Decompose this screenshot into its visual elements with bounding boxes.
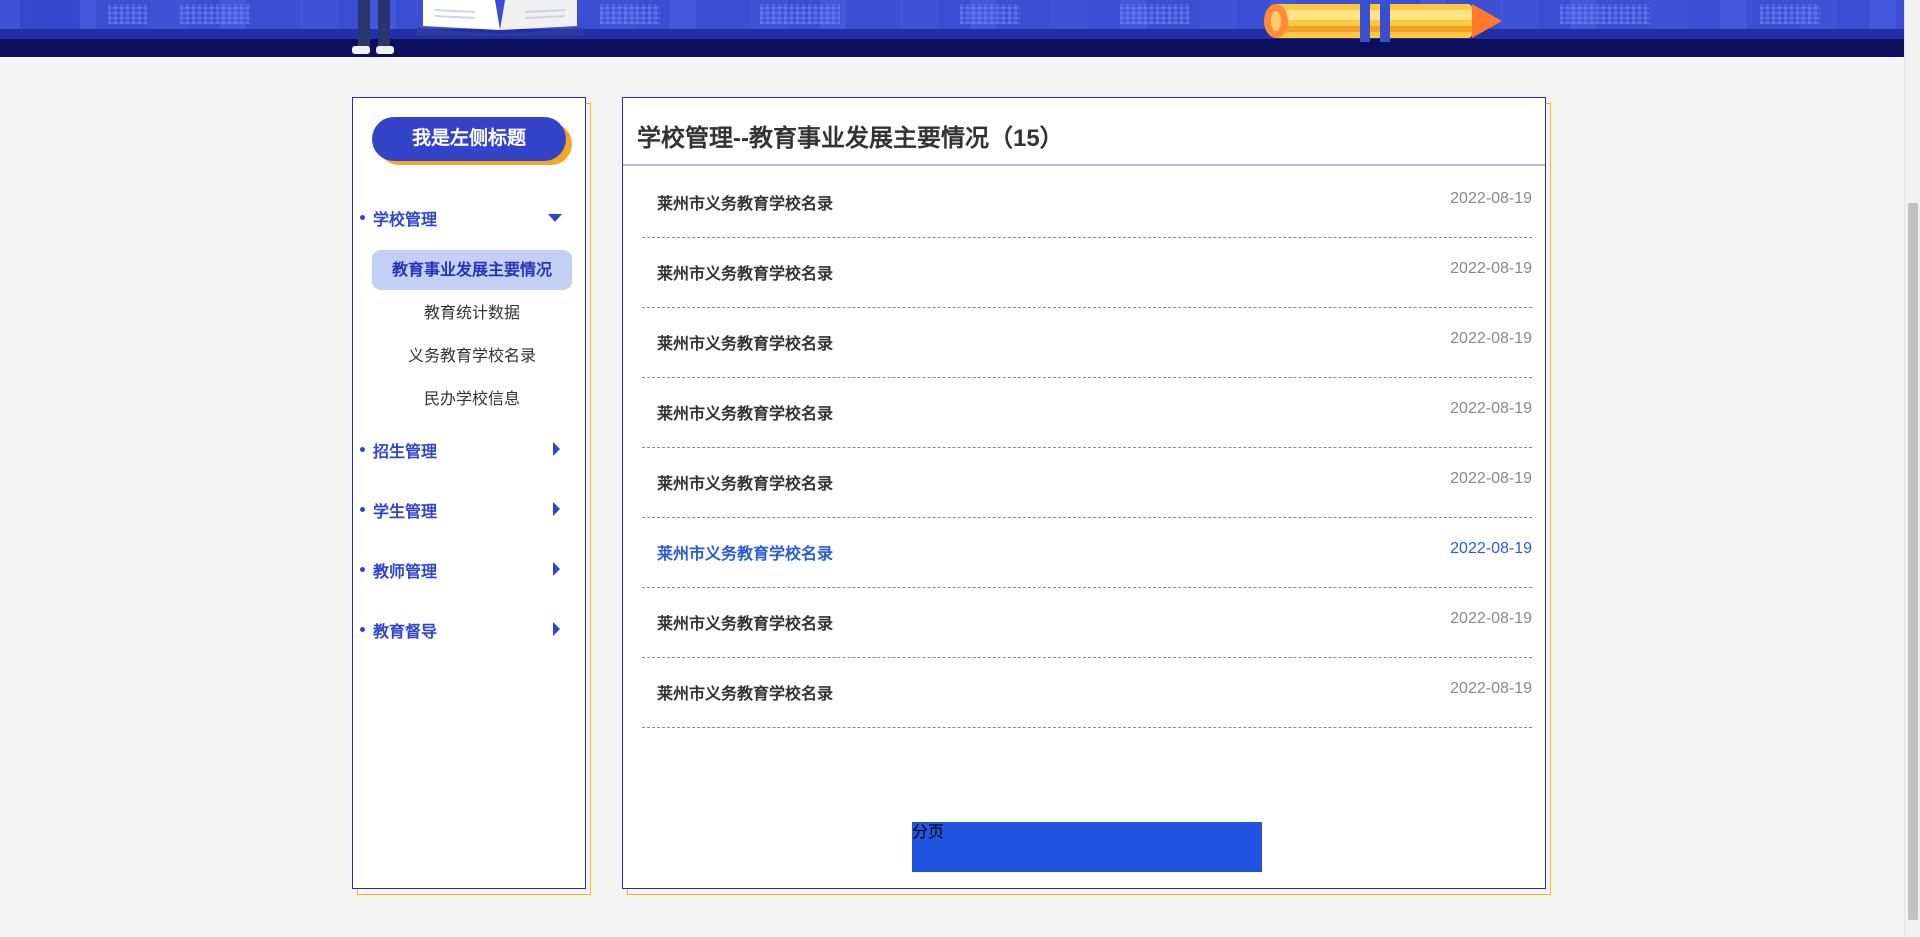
bullet-dot-icon (360, 447, 365, 452)
banner-building-windows (1120, 4, 1190, 24)
list-item-date: 2022-08-19 (1450, 190, 1532, 207)
caret-right-icon (553, 562, 560, 576)
sidebar-group-label: 教师管理 (373, 562, 438, 581)
list-item[interactable]: 莱州市义务教育学校名录 2022-08-19 (642, 588, 1532, 658)
banner-building-windows (600, 4, 660, 24)
bullet-dot-icon (360, 507, 365, 512)
list-item[interactable]: 莱州市义务教育学校名录 2022-08-19 (642, 378, 1532, 448)
banner-book-illustration (417, 0, 583, 36)
list-item[interactable]: 莱州市义务教育学校名录 2022-08-19 (642, 168, 1532, 238)
list-item-date: 2022-08-19 (1450, 400, 1532, 417)
sidebar-subitem-education-development[interactable]: 教育事业发展主要情况 (372, 250, 572, 290)
sidebar-group-school-management[interactable]: 学校管理 (360, 204, 574, 230)
main-panel: 学校管理--教育事业发展主要情况（15） 莱州市义务教育学校名录 2022-08… (622, 97, 1546, 889)
sidebar-group-label: 学生管理 (373, 502, 438, 521)
banner-building-windows (1560, 4, 1650, 24)
banner-pencil-illustration (1264, 0, 1502, 42)
list-item-date: 2022-08-19 (1450, 680, 1532, 697)
list-item-title[interactable]: 莱州市义务教育学校名录 (657, 330, 833, 354)
banner-building-windows (760, 4, 840, 24)
sidebar: 我是左侧标题 学校管理 教育事业发展主要情况 教育统计数据 义务教育学校名录 民… (352, 97, 586, 889)
caret-right-icon (553, 622, 560, 636)
banner-building-windows (960, 4, 1020, 24)
banner-building-windows (1760, 4, 1820, 24)
bullet-dot-icon (360, 215, 365, 220)
sidebar-subitem-private-school-info[interactable]: 民办学校信息 (372, 379, 572, 419)
sidebar-group-label: 教育督导 (373, 622, 438, 641)
list-item[interactable]: 莱州市义务教育学校名录 2022-08-19 (642, 238, 1532, 308)
sidebar-title: 我是左侧标题 (372, 117, 566, 161)
list-item-title[interactable]: 莱州市义务教育学校名录 (657, 680, 833, 704)
sidebar-group-enrollment-management[interactable]: 招生管理 (360, 436, 574, 462)
caret-down-icon (548, 214, 562, 222)
banner-building-windows (108, 4, 148, 24)
list-item-title[interactable]: 莱州市义务教育学校名录 (657, 260, 833, 284)
page-title: 学校管理--教育事业发展主要情况（15） (637, 125, 1064, 152)
banner-building (20, 0, 80, 29)
page-scrollbar[interactable] (1904, 0, 1920, 937)
list-item-date: 2022-08-19 (1450, 260, 1532, 277)
scrollbar-thumb[interactable] (1908, 203, 1918, 920)
list-item[interactable]: 莱州市义务教育学校名录 2022-08-19 (642, 308, 1532, 378)
sidebar-subitem-education-statistics[interactable]: 教育统计数据 (372, 293, 572, 333)
sidebar-group-label: 招生管理 (373, 442, 438, 461)
list-item-date: 2022-08-19 (1450, 610, 1532, 627)
list-item-highlighted[interactable]: 莱州市义务教育学校名录 2022-08-19 (642, 518, 1532, 588)
list-item[interactable]: 莱州市义务教育学校名录 2022-08-19 (642, 658, 1532, 728)
list-item-title[interactable]: 莱州市义务教育学校名录 (657, 400, 833, 424)
sidebar-subitem-compulsory-school-list[interactable]: 义务教育学校名录 (372, 336, 572, 376)
sidebar-group-education-supervision[interactable]: 教育督导 (360, 616, 574, 642)
banner-ground (0, 39, 1904, 57)
sidebar-title-pill: 我是左侧标题 (372, 117, 572, 165)
banner-building-windows (180, 4, 250, 24)
main-panel-header: 学校管理--教育事业发展主要情况（15） (623, 98, 1545, 166)
list-item-date: 2022-08-19 (1450, 470, 1532, 487)
caret-right-icon (553, 502, 560, 516)
caret-right-icon (553, 442, 560, 456)
list-item-title[interactable]: 莱州市义务教育学校名录 (657, 190, 833, 214)
list-item-date: 2022-08-19 (1450, 330, 1532, 347)
list-item-date: 2022-08-19 (1450, 540, 1532, 557)
bullet-dot-icon (360, 627, 365, 632)
pagination[interactable]: 分页 (912, 822, 1262, 872)
sidebar-group-label: 学校管理 (373, 210, 438, 229)
article-list: 莱州市义务教育学校名录 2022-08-19 莱州市义务教育学校名录 2022-… (642, 168, 1532, 728)
list-item-title[interactable]: 莱州市义务教育学校名录 (657, 610, 833, 634)
top-banner (0, 0, 1904, 57)
bullet-dot-icon (360, 567, 365, 572)
list-item-title[interactable]: 莱州市义务教育学校名录 (657, 470, 833, 494)
list-item[interactable]: 莱州市义务教育学校名录 2022-08-19 (642, 448, 1532, 518)
banner-band (0, 29, 1904, 39)
list-item-title[interactable]: 莱州市义务教育学校名录 (657, 540, 833, 564)
sidebar-group-student-management[interactable]: 学生管理 (360, 496, 574, 522)
banner-person-left (352, 0, 394, 54)
sidebar-group-teacher-management[interactable]: 教师管理 (360, 556, 574, 582)
pagination-label: 分页 (912, 822, 945, 841)
